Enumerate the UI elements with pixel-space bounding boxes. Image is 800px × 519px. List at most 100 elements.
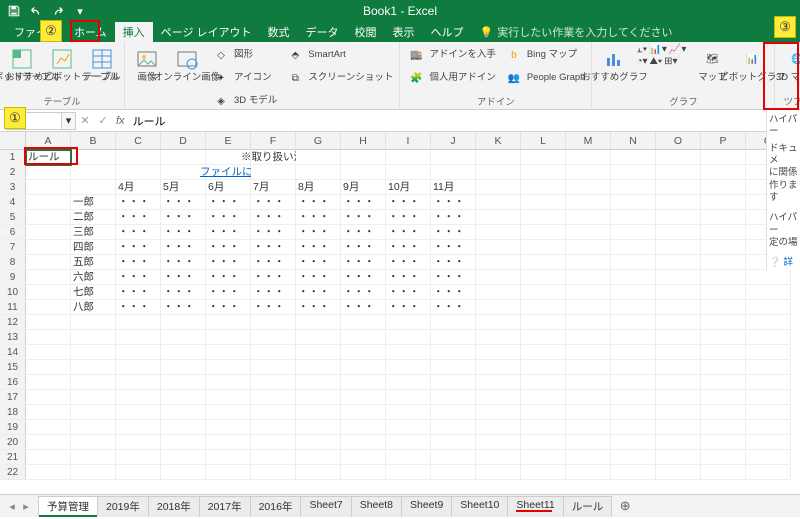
cell[interactable]: ・・・ [341, 240, 386, 255]
cell[interactable]: ・・・ [431, 285, 476, 300]
cell[interactable] [656, 285, 701, 300]
cell[interactable]: 6月 [206, 180, 251, 195]
cell[interactable] [206, 330, 251, 345]
cell[interactable] [656, 225, 701, 240]
cell[interactable] [566, 345, 611, 360]
cell[interactable] [701, 300, 746, 315]
cell[interactable] [566, 360, 611, 375]
cell[interactable] [746, 270, 791, 285]
cell[interactable] [251, 390, 296, 405]
cell[interactable] [251, 420, 296, 435]
cell[interactable] [521, 300, 566, 315]
sheet-tab[interactable]: 2016年 [250, 496, 302, 517]
cell[interactable]: 9月 [341, 180, 386, 195]
cell[interactable] [476, 315, 521, 330]
cell[interactable] [431, 165, 476, 180]
cell[interactable] [71, 390, 116, 405]
cell[interactable] [161, 435, 206, 450]
cell[interactable]: 四郎 [71, 240, 116, 255]
cell[interactable] [521, 345, 566, 360]
cell[interactable] [476, 270, 521, 285]
cell[interactable] [341, 345, 386, 360]
shapes-button[interactable]: ◇図形 [209, 44, 279, 66]
cell[interactable]: ・・・ [296, 225, 341, 240]
cell[interactable]: 二郎 [71, 210, 116, 225]
sheet-nav-next[interactable]: ▸ [20, 500, 32, 513]
cell[interactable] [161, 360, 206, 375]
row-header[interactable]: 9 [0, 270, 26, 285]
cell[interactable] [296, 465, 341, 480]
column-header[interactable]: I [386, 132, 431, 149]
cell[interactable]: ・・・ [341, 195, 386, 210]
cell[interactable] [71, 150, 116, 165]
cell[interactable]: ・・・ [386, 285, 431, 300]
cell[interactable] [161, 315, 206, 330]
cell[interactable] [701, 405, 746, 420]
cell[interactable] [71, 435, 116, 450]
cell[interactable] [521, 225, 566, 240]
cell[interactable] [71, 360, 116, 375]
tab-insert[interactable]: 挿入 [115, 21, 153, 43]
cell[interactable] [476, 150, 521, 165]
cell[interactable] [656, 390, 701, 405]
cell[interactable] [611, 270, 656, 285]
cell[interactable] [656, 450, 701, 465]
cell[interactable] [476, 375, 521, 390]
cell[interactable] [611, 360, 656, 375]
cell[interactable] [656, 345, 701, 360]
cell[interactable] [611, 285, 656, 300]
cell[interactable] [161, 390, 206, 405]
cell[interactable]: ・・・ [431, 270, 476, 285]
cell[interactable]: ・・・ [431, 195, 476, 210]
cell[interactable]: ・・・ [116, 225, 161, 240]
cell[interactable] [521, 195, 566, 210]
cell[interactable]: 一郎 [71, 195, 116, 210]
cell[interactable] [521, 360, 566, 375]
cell[interactable]: ・・・ [161, 300, 206, 315]
row-header[interactable]: 16 [0, 375, 26, 390]
cell[interactable] [566, 450, 611, 465]
column-header[interactable]: G [296, 132, 341, 149]
cell[interactable] [26, 255, 71, 270]
row-header[interactable]: 22 [0, 465, 26, 480]
cell[interactable] [701, 375, 746, 390]
cell[interactable] [656, 420, 701, 435]
save-icon[interactable] [4, 2, 24, 20]
fx-icon[interactable]: fx [112, 115, 129, 127]
chart-type-grid[interactable]: ⫠▾📊▾📈▾ ◔▾⛰▾⊞▾ [636, 44, 690, 67]
cell[interactable] [206, 420, 251, 435]
cell[interactable]: ・・・ [116, 210, 161, 225]
cell[interactable] [206, 315, 251, 330]
cell[interactable]: ・・・ [431, 225, 476, 240]
cell[interactable] [116, 465, 161, 480]
cell[interactable]: ・・・ [386, 225, 431, 240]
cell[interactable] [206, 345, 251, 360]
cell[interactable] [521, 465, 566, 480]
cell[interactable]: ・・・ [116, 195, 161, 210]
cell[interactable] [206, 465, 251, 480]
row-header[interactable]: 2 [0, 165, 26, 180]
cell[interactable] [161, 405, 206, 420]
cell[interactable] [26, 330, 71, 345]
row-header[interactable]: 20 [0, 435, 26, 450]
cell[interactable]: ・・・ [386, 300, 431, 315]
cell[interactable] [26, 240, 71, 255]
cell[interactable] [386, 150, 431, 165]
cell[interactable] [611, 345, 656, 360]
cell[interactable] [386, 315, 431, 330]
cell[interactable] [746, 330, 791, 345]
cell[interactable] [206, 435, 251, 450]
cell[interactable]: ・・・ [341, 225, 386, 240]
cell[interactable] [521, 405, 566, 420]
cell[interactable] [476, 420, 521, 435]
cell[interactable] [161, 465, 206, 480]
column-header[interactable]: M [566, 132, 611, 149]
column-header[interactable]: B [71, 132, 116, 149]
cell[interactable] [521, 315, 566, 330]
cell[interactable]: ・・・ [431, 240, 476, 255]
cell[interactable] [116, 450, 161, 465]
recommended-chart-button[interactable]: おすすめグラフ [596, 44, 632, 83]
cell[interactable]: ・・・ [296, 195, 341, 210]
cell[interactable]: ・・・ [341, 285, 386, 300]
cell[interactable]: ルール [26, 150, 71, 165]
